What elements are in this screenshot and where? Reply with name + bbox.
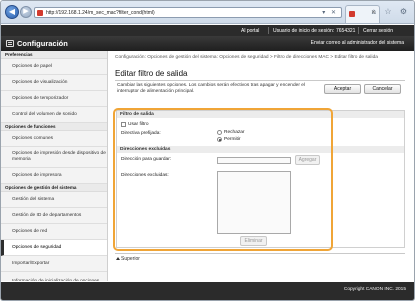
accept-button[interactable]: Aceptar: [324, 84, 361, 94]
breadcrumb: Configuración: Opciones de gestión del s…: [115, 55, 378, 60]
main-content: Configuración: Opciones de gestión del s…: [109, 51, 414, 281]
sidebar-item-paper[interactable]: Opciones de papel: [1, 59, 107, 75]
forward-arrow-icon: ▶: [23, 8, 29, 15]
sidebar-item-security[interactable]: Opciones de seguridad: [1, 240, 107, 256]
sidebar-item-timer[interactable]: Opciones de temporizador: [1, 91, 107, 107]
browser-window: ◀ ▶ http://192.168.1.24/m_sec_mac?filter…: [0, 0, 415, 301]
login-user-label: Usuario de inicio de sesión:: [273, 28, 335, 34]
sidebar-item-display[interactable]: Opciones de visualización: [1, 75, 107, 91]
app-top-bar: Al portal Usuario de inicio de sesión: 7…: [1, 25, 414, 36]
divider: [115, 253, 405, 254]
sidebar-heading: Preferencias: [1, 51, 107, 59]
highlight-frame: [113, 108, 333, 251]
divider: [115, 80, 405, 81]
address-bar[interactable]: http://192.168.1.24/m_sec_mac?filter_con…: [34, 7, 342, 18]
sidebar-item-common[interactable]: Opciones comunes: [1, 131, 107, 147]
sidebar-item-printer[interactable]: Opciones de impresora: [1, 168, 107, 184]
divider: [358, 27, 359, 34]
page-footer: Copyright CANON INC. 2015: [1, 282, 414, 300]
cancel-button[interactable]: Cancelar: [364, 84, 401, 94]
browser-tools-icon[interactable]: ⌂ ☆ ⚙: [371, 7, 410, 16]
back-to-top-label: Superior: [121, 256, 140, 262]
sidebar-item-memory-print[interactable]: Opciones de impresión desde dispositivo …: [1, 147, 107, 168]
divider: [268, 27, 269, 34]
sidebar-item-network[interactable]: Opciones de red: [1, 224, 107, 240]
copyright-text: Copyright CANON INC. 2015: [343, 287, 406, 292]
page-title: Editar filtro de salida: [115, 69, 188, 78]
up-triangle-icon: [116, 257, 120, 260]
back-button[interactable]: ◀: [5, 5, 19, 19]
sidebar-item-import-export[interactable]: Importar/Exportar: [1, 256, 107, 272]
sidebar-item-department-id[interactable]: Gestión de ID de departamentos: [1, 208, 107, 224]
sidebar-item-initialize[interactable]: Información de inicialización de opcione…: [1, 272, 107, 282]
settings-window-icon: [6, 40, 14, 47]
back-arrow-icon: ◀: [8, 7, 16, 16]
sidebar-item-volume[interactable]: Control del volumen de sonido: [1, 107, 107, 123]
address-url: http://192.168.1.24/m_sec_mac?filter_con…: [46, 10, 155, 16]
page-header: Configuración Enviar correo al administr…: [1, 36, 414, 51]
header-title: Configuración: [17, 39, 68, 48]
tab-favicon-icon: [349, 11, 355, 17]
logout-link[interactable]: Cerrar sesión: [363, 28, 393, 34]
site-favicon-icon: [37, 10, 43, 16]
forward-button[interactable]: ▶: [20, 6, 32, 18]
notice-text: Cambiar las siguientes opciones. Los cam…: [117, 83, 305, 94]
address-actions-icon[interactable]: ▾ ✕: [322, 9, 338, 16]
browser-toolbar: ◀ ▶ http://192.168.1.24/m_sec_mac?filter…: [1, 1, 414, 24]
sidebar-heading: Opciones de funciones: [1, 123, 107, 131]
mail-admin-link[interactable]: Enviar correo al administrador del siste…: [311, 40, 404, 46]
login-user-id: 7654321: [336, 28, 356, 34]
sidebar-item-system[interactable]: Gestión del sistema: [1, 192, 107, 208]
sidebar: Preferencias Opciones de papel Opciones …: [1, 51, 108, 281]
sidebar-heading: Opciones de gestión del sistema: [1, 184, 107, 192]
back-to-top-link[interactable]: Superior: [116, 256, 140, 262]
portal-link[interactable]: Al portal: [241, 28, 259, 34]
